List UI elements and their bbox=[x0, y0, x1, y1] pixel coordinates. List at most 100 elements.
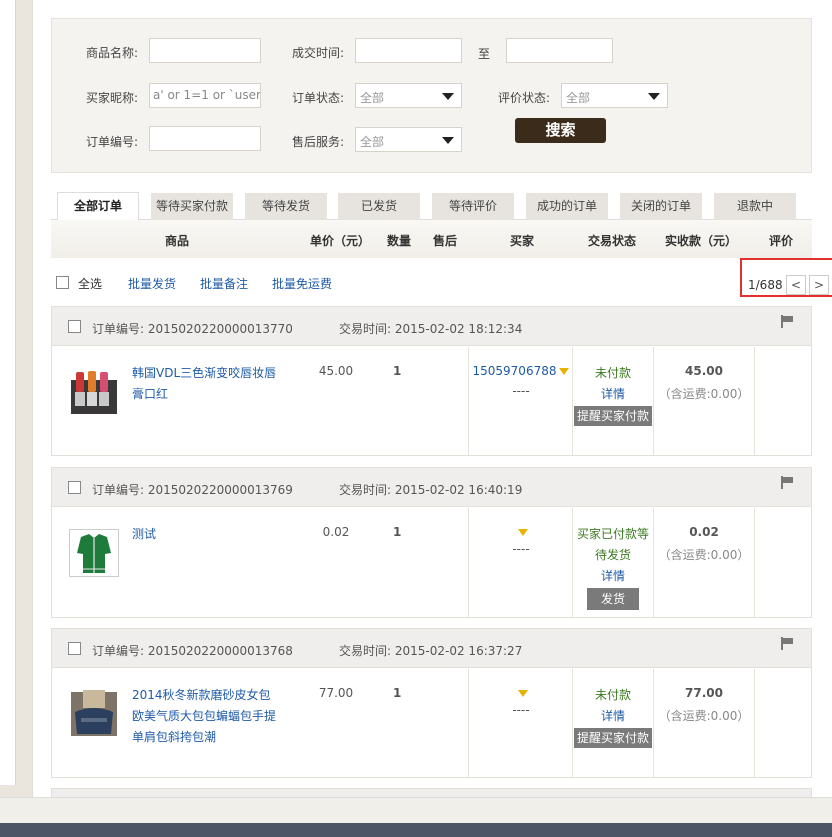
buyer-cell bbox=[470, 525, 572, 539]
buyer-sub: ---- bbox=[512, 384, 530, 398]
order-card: 订单编号: 2015020220000013769 交易时间: 2015-02-… bbox=[51, 467, 812, 618]
tab-refunding[interactable]: 退款中 bbox=[714, 193, 796, 220]
tab-awaiting-shipment[interactable]: 等待发货 bbox=[245, 193, 327, 220]
column-divider bbox=[468, 669, 469, 777]
order-number-value: 2015020220000013769 bbox=[147, 483, 293, 497]
header-unit-price: 单价（元） bbox=[310, 234, 371, 248]
product-name-label: 商品名称: bbox=[86, 46, 139, 60]
quantity: 1 bbox=[393, 686, 402, 700]
flag-icon[interactable] bbox=[781, 637, 793, 650]
order-checkbox[interactable] bbox=[68, 481, 81, 494]
remind-buyer-pay-button[interactable]: 提醒买家付款 bbox=[573, 406, 652, 426]
detail-link[interactable]: 详情 bbox=[572, 384, 654, 405]
paid-amount: 0.02 bbox=[689, 525, 719, 539]
order-checkbox[interactable] bbox=[68, 642, 81, 655]
filter-icon[interactable] bbox=[517, 529, 528, 536]
order-time: 交易时间: 2015-02-02 16:40:19 bbox=[339, 481, 522, 498]
search-button[interactable]: 搜索 bbox=[515, 118, 606, 143]
buyer-sub: ---- bbox=[512, 542, 530, 556]
product-name-link[interactable]: 2014秋冬新款磨砂皮女包欧美气质大包包蝙蝠包手提单肩包斜挎包潮 bbox=[132, 685, 282, 748]
prev-page-button[interactable]: < bbox=[786, 275, 806, 295]
remind-buyer-pay-button[interactable]: 提醒买家付款 bbox=[573, 728, 652, 748]
tab-awaiting-review[interactable]: 等待评价 bbox=[432, 193, 514, 220]
review-status-select[interactable]: 全部 bbox=[561, 83, 668, 108]
batch-free-shipping-link[interactable]: 批量免运费 bbox=[272, 275, 332, 292]
header-trade-status: 交易状态 bbox=[588, 234, 637, 248]
main-content: 商品名称: 成交时间: 至 买家昵称: a' or 1=1 or `user 订… bbox=[32, 0, 832, 798]
trade-status: 未付款 详情 提醒买家付款 bbox=[572, 685, 654, 749]
order-card-partial bbox=[51, 788, 812, 798]
after-sale-select[interactable]: 全部 bbox=[355, 127, 462, 152]
buyer-link[interactable]: 15059706788 bbox=[473, 364, 557, 378]
header-after-sale: 售后 bbox=[433, 234, 458, 248]
batch-note-link[interactable]: 批量备注 bbox=[200, 275, 248, 292]
header-paid-amount: 实收款（元） bbox=[665, 234, 738, 248]
detail-link[interactable]: 详情 bbox=[572, 706, 654, 727]
header-buyer: 买家 bbox=[510, 234, 535, 248]
column-divider bbox=[754, 347, 755, 455]
order-status-value: 全部 bbox=[360, 91, 385, 105]
buyer-nick-input[interactable]: a' or 1=1 or `user bbox=[149, 83, 261, 108]
unit-price: 0.02 bbox=[322, 525, 350, 539]
trade-status: 未付款 详情 提醒买家付款 bbox=[572, 363, 654, 427]
product-thumbnail[interactable] bbox=[69, 368, 119, 416]
select-all-checkbox[interactable] bbox=[56, 276, 69, 289]
order-status-select[interactable]: 全部 bbox=[355, 83, 462, 108]
batch-ship-link[interactable]: 批量发货 bbox=[128, 275, 176, 292]
order-number: 订单编号: 2015020220000013768 bbox=[92, 642, 293, 659]
order-time-label: 交易时间: bbox=[339, 483, 392, 497]
batch-toolbar: 全选 批量发货 批量备注 批量免运费 1/688 < > bbox=[51, 258, 832, 306]
buyer-sub: ---- bbox=[512, 703, 530, 717]
ship-button[interactable]: 发货 bbox=[586, 588, 639, 610]
tab-awaiting-payment[interactable]: 等待买家付款 bbox=[151, 193, 233, 220]
order-number: 订单编号: 2015020220000013770 bbox=[92, 320, 293, 337]
order-header: 订单编号: 2015020220000013770 交易时间: 2015-02-… bbox=[52, 307, 811, 346]
buyer-nick-label: 买家昵称: bbox=[86, 91, 139, 105]
product-name-link[interactable]: 测试 bbox=[132, 524, 282, 545]
unit-price: 45.00 bbox=[318, 364, 354, 378]
product-thumbnail[interactable] bbox=[69, 529, 119, 577]
order-time-value: 2015-02-02 16:40:19 bbox=[394, 483, 523, 497]
order-number-value: 2015020220000013768 bbox=[147, 644, 293, 658]
detail-link[interactable]: 详情 bbox=[572, 566, 654, 587]
next-page-button[interactable]: > bbox=[809, 275, 829, 295]
deal-time-end-input[interactable] bbox=[506, 38, 613, 63]
column-divider bbox=[754, 669, 755, 777]
freight-note: （含运费:0.00） bbox=[658, 548, 750, 562]
freight-note: （含运费:0.00） bbox=[658, 387, 750, 401]
column-divider bbox=[468, 508, 469, 617]
order-number-label: 订单编号: bbox=[92, 322, 145, 336]
status-text: 买家已付款等待发货 bbox=[576, 527, 649, 562]
product-name-input[interactable] bbox=[149, 38, 261, 63]
order-card: 订单编号: 2015020220000013770 交易时间: 2015-02-… bbox=[51, 306, 812, 456]
chevron-down-icon bbox=[442, 137, 454, 144]
select-all-label: 全选 bbox=[78, 277, 103, 291]
flag-icon[interactable] bbox=[781, 476, 793, 489]
product-name-link[interactable]: 韩国VDL三色渐变咬唇妆唇膏口红 bbox=[132, 363, 282, 405]
quantity: 1 bbox=[393, 525, 402, 539]
order-checkbox[interactable] bbox=[68, 320, 81, 333]
unit-price: 77.00 bbox=[318, 686, 354, 700]
flag-icon[interactable] bbox=[781, 315, 793, 328]
order-no-input[interactable] bbox=[149, 126, 261, 151]
header-product: 商品 bbox=[165, 234, 190, 248]
tab-all-orders[interactable]: 全部订单 bbox=[57, 192, 139, 221]
status-text: 未付款 bbox=[594, 366, 631, 380]
tab-successful-orders[interactable]: 成功的订单 bbox=[526, 193, 608, 220]
after-sale-value: 全部 bbox=[360, 135, 385, 149]
buyer-cell bbox=[470, 686, 572, 700]
filter-icon[interactable] bbox=[517, 690, 528, 697]
left-sidebar-pane bbox=[0, 0, 16, 785]
product-thumbnail[interactable] bbox=[69, 690, 119, 738]
deal-time-start-input[interactable] bbox=[355, 38, 462, 63]
status-text: 未付款 bbox=[594, 688, 631, 702]
deal-time-label: 成交时间: bbox=[292, 46, 345, 60]
filter-icon[interactable] bbox=[559, 368, 570, 375]
tab-closed-orders[interactable]: 关闭的订单 bbox=[620, 193, 702, 220]
tab-shipped[interactable]: 已发货 bbox=[338, 193, 420, 220]
search-panel: 商品名称: 成交时间: 至 买家昵称: a' or 1=1 or `user 订… bbox=[51, 18, 812, 173]
paid-amount: 77.00 bbox=[685, 686, 723, 700]
order-time-value: 2015-02-02 18:12:34 bbox=[394, 322, 523, 336]
taskbar bbox=[0, 823, 832, 837]
order-number-label: 订单编号: bbox=[92, 644, 145, 658]
